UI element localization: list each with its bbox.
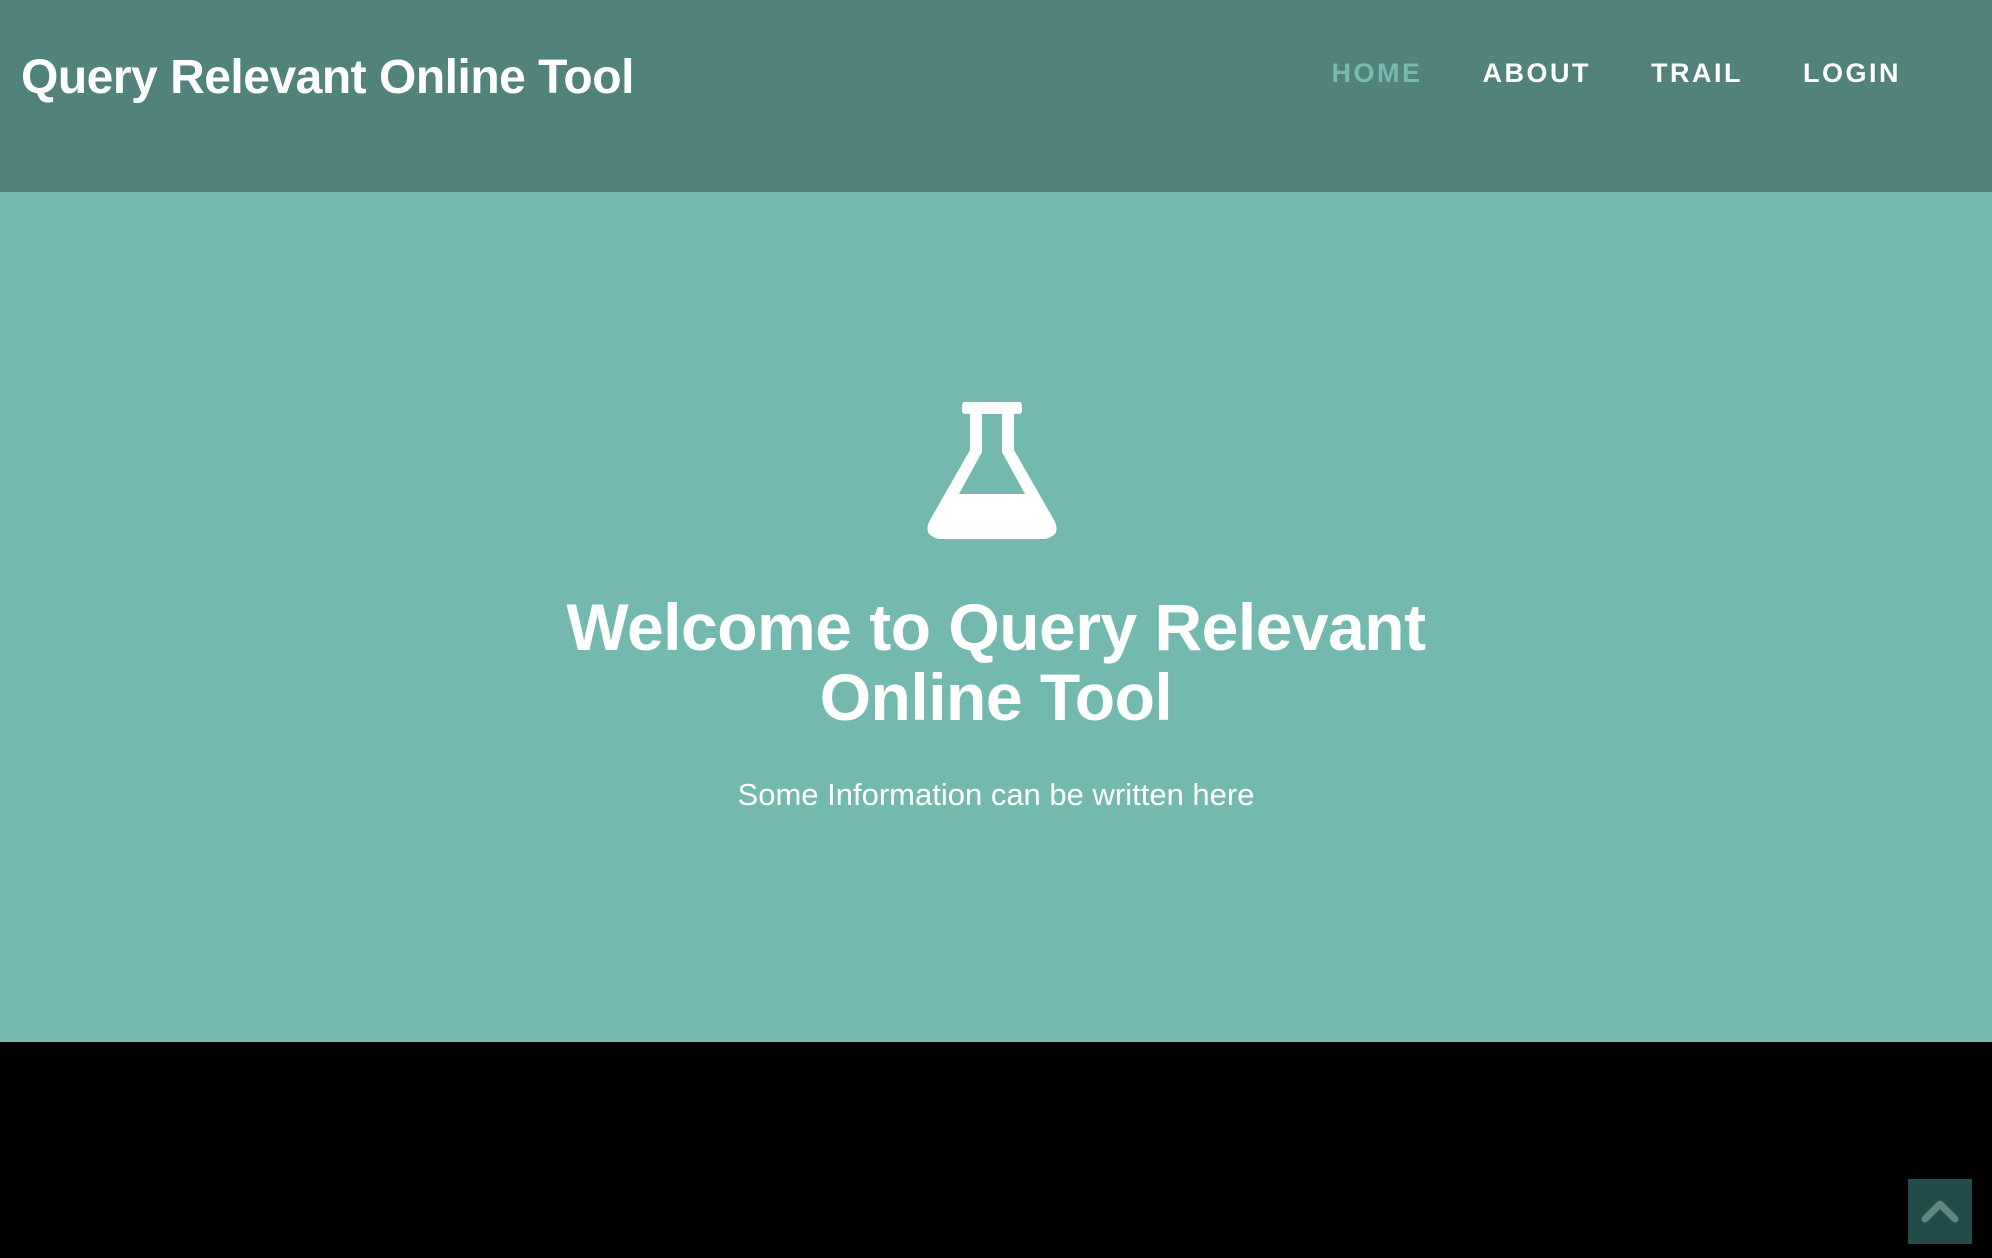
hero-subtitle: Some Information can be written here bbox=[737, 777, 1255, 812]
brand-title[interactable]: Query Relevant Online Tool bbox=[21, 50, 634, 105]
hero-section: Welcome to Query Relevant Online Tool So… bbox=[0, 192, 1992, 1042]
nav-about-link[interactable]: ABOUT bbox=[1483, 58, 1592, 89]
scroll-to-top-button[interactable] bbox=[1908, 1179, 1972, 1244]
dark-section bbox=[0, 1042, 1992, 1258]
nav-trail-link[interactable]: TRAIL bbox=[1651, 58, 1743, 89]
hero-title-line-2: Online Tool bbox=[819, 660, 1173, 734]
top-navbar: Query Relevant Online Tool HOME ABOUT TR… bbox=[0, 0, 1992, 192]
hero-title-line-1: Welcome to Query Relevant bbox=[566, 590, 1426, 664]
nav-login-link[interactable]: LOGIN bbox=[1803, 58, 1901, 89]
flask-icon bbox=[927, 402, 1057, 539]
hero-title: Welcome to Query Relevant Online Tool bbox=[0, 592, 1992, 732]
chevron-up-icon bbox=[1921, 1200, 1959, 1223]
nav-home-link[interactable]: HOME bbox=[1332, 58, 1423, 89]
page: Query Relevant Online Tool HOME ABOUT TR… bbox=[0, 0, 1992, 1258]
main-nav: HOME ABOUT TRAIL LOGIN bbox=[1272, 58, 1901, 89]
